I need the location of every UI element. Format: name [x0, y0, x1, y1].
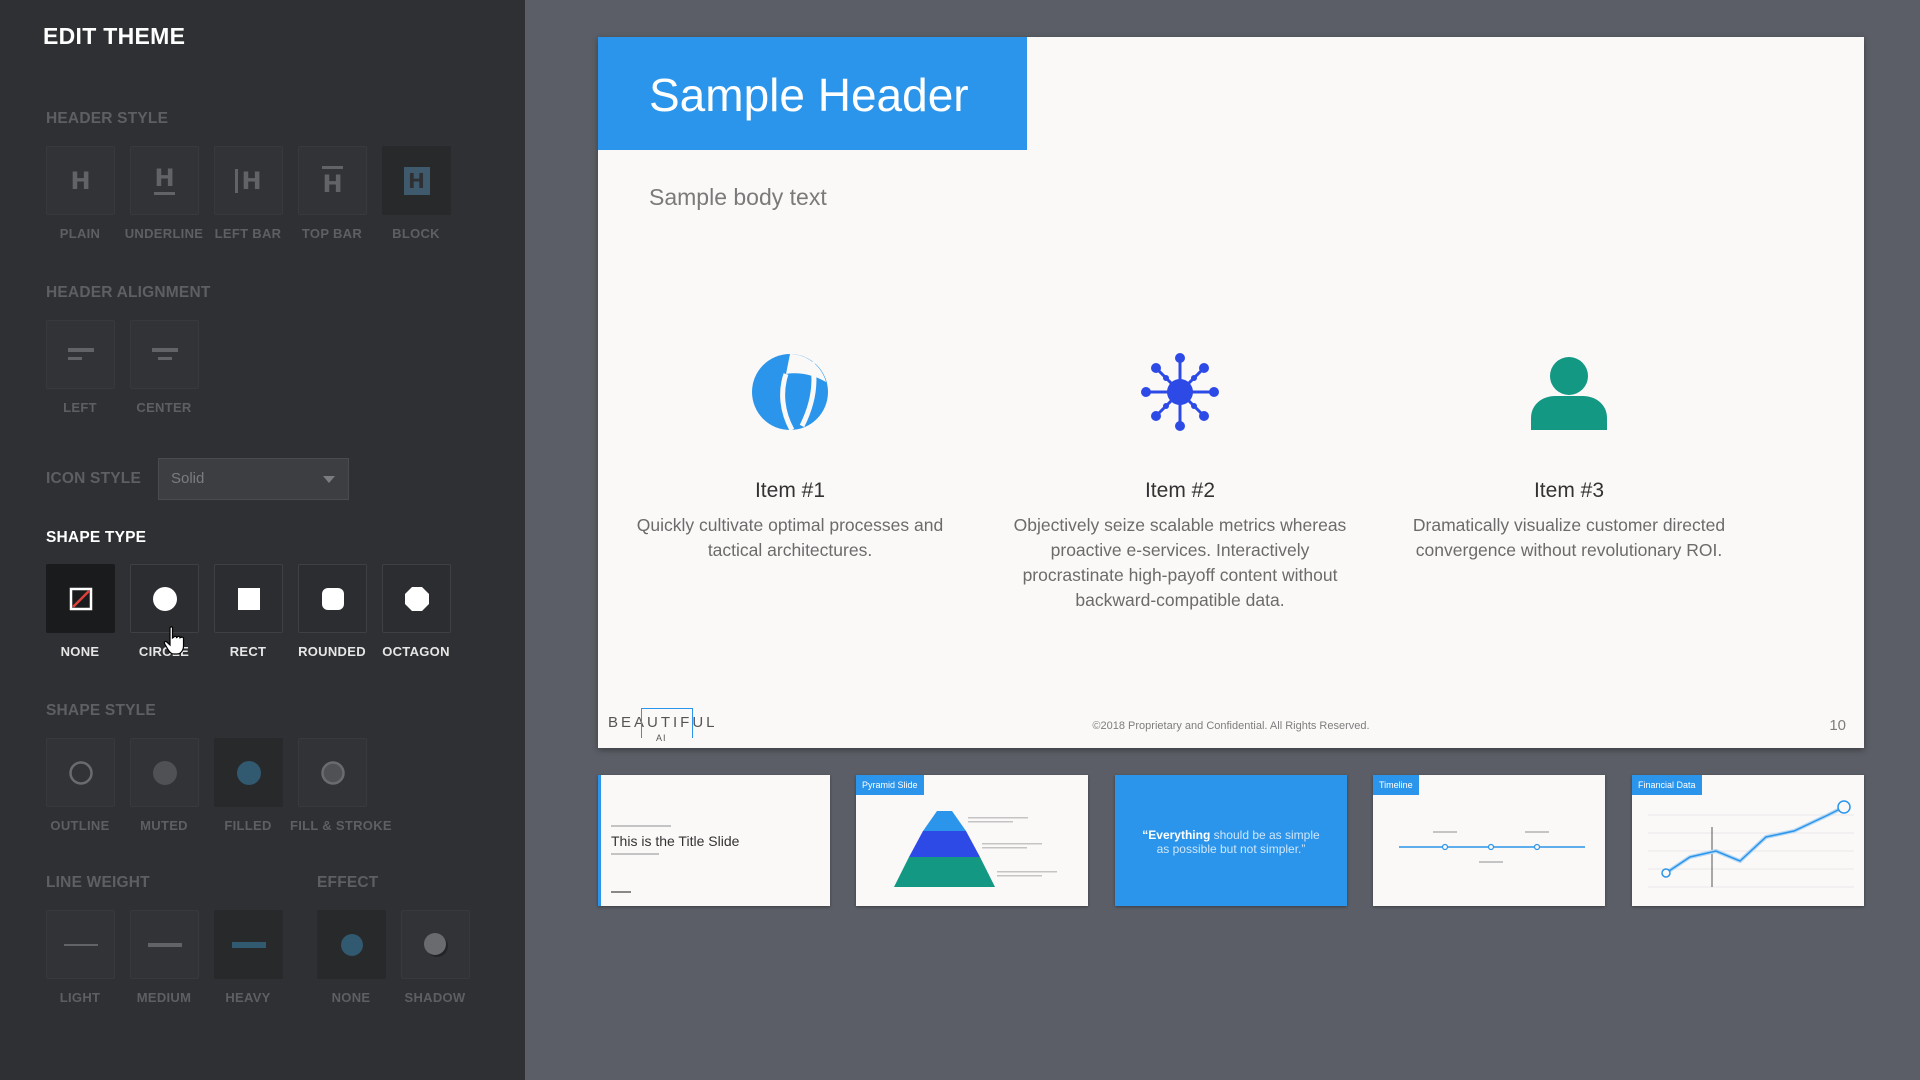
slide-header[interactable]: Sample Header [598, 37, 1027, 150]
slide-body-text[interactable]: Sample body text [649, 184, 827, 211]
muted-circle-icon [152, 760, 177, 785]
thumb-title-text: This is the Title Slide [611, 833, 740, 849]
section-header-alignment: HEADER ALIGNMENT [46, 284, 211, 301]
thumbnail-financial-data-slide[interactable]: Financial Data [1632, 775, 1864, 906]
shadow-circle-icon [423, 932, 448, 957]
shape-style-muted-button[interactable] [130, 738, 199, 807]
label-filled: FILLED [224, 818, 272, 833]
label-block: BLOCK [392, 226, 440, 241]
header-style-plain-button[interactable]: H [46, 146, 115, 215]
thumbnail-quote-slide[interactable]: “Everything should be as simple as possi… [1115, 775, 1347, 906]
header-block-icon: H [403, 166, 430, 195]
slide-preview[interactable]: Sample Header Sample body text Item #1 Q… [598, 37, 1864, 748]
align-center-button[interactable] [130, 320, 199, 389]
section-effect: EFFECT [317, 874, 379, 891]
timeline-diagram-icon [1399, 831, 1585, 863]
header-style-underline-button[interactable]: H [130, 146, 199, 215]
thumb-quote-text: “Everything should be as simple as possi… [1135, 828, 1327, 856]
header-left-bar-icon: H [235, 168, 262, 193]
align-center-icon [151, 347, 178, 360]
slide-page-number: 10 [1829, 717, 1846, 734]
line-weight-medium-button[interactable] [130, 910, 199, 979]
header-style-left-bar-button[interactable]: H [214, 146, 283, 215]
shape-octagon-button[interactable] [382, 564, 451, 633]
effect-none-button[interactable] [317, 910, 386, 979]
thin-line-icon [63, 943, 98, 946]
medium-line-icon [147, 942, 182, 947]
circle-shape-icon [152, 586, 177, 611]
logo-subtext: AI [656, 733, 667, 743]
network-hub-icon [1141, 353, 1219, 431]
beach-ball-icon [752, 354, 828, 432]
effect-none-icon [340, 933, 363, 956]
rounded-shape-icon [321, 587, 344, 610]
slide-footer: ©2018 Proprietary and Confidential. All … [1092, 720, 1370, 732]
label-octagon: OCTAGON [382, 644, 450, 659]
chevron-down-icon [323, 476, 335, 483]
item-1-title: Item #1 [754, 479, 826, 502]
shape-rounded-button[interactable] [298, 564, 367, 633]
panel-title: EDIT THEME [43, 23, 186, 49]
slide-item-1[interactable]: Item #1 Quickly cultivate optimal proces… [610, 352, 970, 563]
item-1-description: Quickly cultivate optimal processes and … [636, 515, 944, 560]
item-2-description: Objectively seize scalable metrics where… [1013, 515, 1347, 610]
person-icon [1531, 357, 1607, 430]
item-3-title: Item #3 [1533, 479, 1605, 502]
thumbnail-title-slide[interactable]: This is the Title Slide [598, 775, 830, 906]
effect-shadow-button[interactable] [401, 910, 470, 979]
header-plain-icon: H [70, 166, 91, 195]
item-3-description: Dramatically visualize customer directed… [1412, 515, 1726, 560]
header-style-top-bar-button[interactable]: H [298, 146, 367, 215]
shape-style-outline-button[interactable] [46, 738, 115, 807]
align-left-icon [67, 347, 94, 360]
shape-rect-button[interactable] [214, 564, 283, 633]
fill-stroke-circle-icon [320, 760, 345, 785]
slide-item-2[interactable]: Item #2 Objectively seize scalable metri… [1000, 352, 1360, 613]
icon-style-dropdown[interactable]: Solid [158, 458, 349, 500]
label-heavy: HEAVY [225, 990, 271, 1005]
edit-theme-panel: EDIT THEME HEADER STYLE H H H H H PLAIN … [0, 0, 525, 1080]
label-center: CENTER [136, 400, 192, 415]
section-shape-style: SHAPE STYLE [46, 702, 156, 719]
hand-cursor-icon [163, 626, 185, 655]
item-2-title: Item #2 [1144, 479, 1216, 502]
line-weight-heavy-button[interactable] [214, 910, 283, 979]
pyramid-diagram-icon [894, 811, 1057, 887]
thumbnail-pyramid-slide[interactable]: Pyramid Slide [856, 775, 1088, 906]
rect-shape-icon [237, 587, 260, 610]
label-shadow: SHADOW [404, 990, 466, 1005]
thumb-small-text [611, 825, 671, 827]
thumbnail-timeline-slide[interactable]: Timeline [1373, 775, 1605, 906]
section-header-style: HEADER STYLE [46, 110, 169, 127]
section-shape-type: SHAPE TYPE [46, 529, 147, 546]
line-weight-light-button[interactable] [46, 910, 115, 979]
thumb-author-placeholder [611, 891, 631, 893]
no-shape-icon [69, 587, 92, 610]
header-style-block-button[interactable]: H [382, 146, 451, 215]
thumb-accent-bar [598, 775, 601, 906]
section-icon-style: ICON STYLE [46, 470, 142, 487]
filled-circle-icon [236, 760, 261, 785]
align-left-button[interactable] [46, 320, 115, 389]
section-line-weight: LINE WEIGHT [46, 874, 150, 891]
thumb-quote-bold: “Everything [1142, 828, 1211, 842]
shape-style-filled-button[interactable] [214, 738, 283, 807]
outline-circle-icon [68, 760, 93, 785]
label-fill-stroke: FILL & STROKE [290, 818, 392, 833]
header-underline-icon: H [154, 166, 175, 195]
line-chart-icon [1648, 800, 1854, 888]
slide-item-3[interactable]: Item #3 Dramatically visualize customer … [1389, 352, 1749, 563]
shape-none-button[interactable] [46, 564, 115, 633]
thumb-subtitle-placeholder [611, 853, 659, 855]
octagon-shape-icon [404, 586, 429, 611]
shape-style-fill-stroke-button[interactable] [298, 738, 367, 807]
icon-style-value: Solid [171, 470, 205, 487]
header-top-bar-icon: H [322, 165, 343, 196]
heavy-line-icon [231, 941, 266, 948]
shape-circle-button[interactable] [130, 564, 199, 633]
